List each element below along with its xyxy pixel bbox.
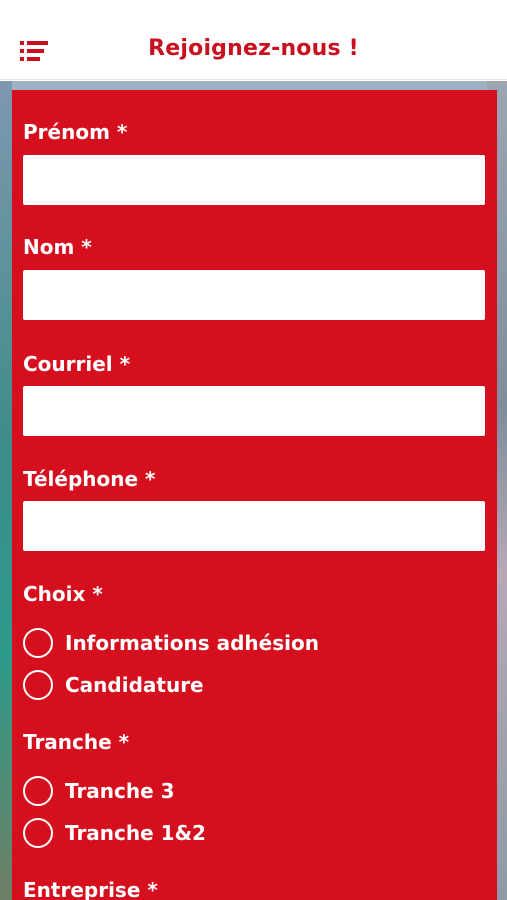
radio-circle-icon[interactable]: [23, 670, 53, 700]
tranche-label: Tranche *: [23, 730, 130, 754]
tranche-option-label: Tranche 1&2: [65, 821, 206, 845]
tranche-option-label: Tranche 3: [65, 779, 175, 803]
tranche-option-1-2[interactable]: Tranche 1&2: [23, 818, 206, 848]
nom-input[interactable]: [23, 270, 485, 320]
choix-option-label: Candidature: [65, 673, 204, 697]
radio-circle-icon[interactable]: [23, 628, 53, 658]
courriel-input[interactable]: [23, 386, 485, 436]
page-title: Rejoignez-nous !: [148, 36, 359, 61]
entreprise-label: Entreprise *: [23, 878, 158, 900]
background-left-strip: [0, 81, 12, 900]
choix-option-label: Informations adhésion: [65, 631, 319, 655]
app-header: Rejoignez-nous !: [0, 0, 507, 80]
prenom-label: Prénom *: [23, 120, 128, 144]
courriel-label: Courriel *: [23, 352, 131, 376]
tranche-option-3[interactable]: Tranche 3: [23, 776, 175, 806]
choix-label: Choix *: [23, 582, 103, 606]
radio-circle-icon[interactable]: [23, 818, 53, 848]
telephone-label: Téléphone *: [23, 467, 156, 491]
nom-label: Nom *: [23, 235, 92, 259]
telephone-input[interactable]: [23, 501, 485, 551]
choix-option-informations-adhesion[interactable]: Informations adhésion: [23, 628, 319, 658]
radio-circle-icon[interactable]: [23, 776, 53, 806]
signup-form: Prénom * Nom * Courriel * Téléphone * Ch…: [12, 90, 497, 900]
choix-option-candidature[interactable]: Candidature: [23, 670, 204, 700]
prenom-input[interactable]: [23, 155, 485, 205]
